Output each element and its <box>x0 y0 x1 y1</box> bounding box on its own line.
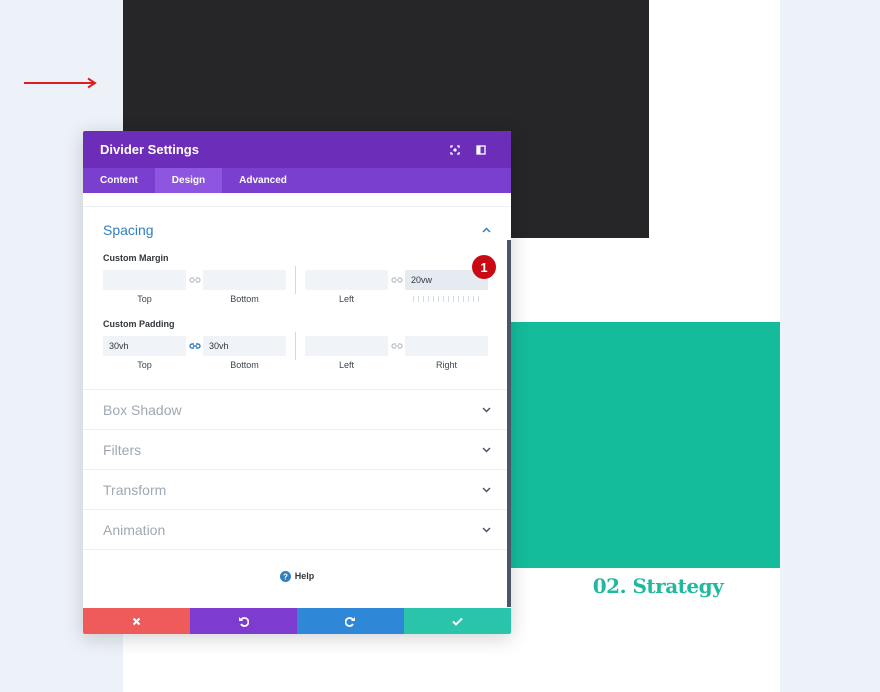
step-badge: 1 <box>472 255 496 279</box>
modal-header: Divider Settings <box>83 131 511 168</box>
redo-button[interactable] <box>297 608 404 634</box>
padding-left-input[interactable] <box>305 336 388 356</box>
chevron-up-icon <box>481 225 491 235</box>
svg-text:?: ? <box>283 572 288 581</box>
section-transform[interactable]: Transform <box>83 470 511 510</box>
redo-icon <box>345 616 355 627</box>
undo-icon <box>239 616 249 627</box>
modal-footer <box>83 608 511 634</box>
red-arrow-icon <box>24 77 97 89</box>
undo-button[interactable] <box>190 608 297 634</box>
box-shadow-title: Box Shadow <box>103 401 182 418</box>
spacing-section: Spacing Custom Margin 20vw Top Bottom Le… <box>83 207 511 390</box>
cancel-button[interactable] <box>83 608 190 634</box>
section-filters[interactable]: Filters <box>83 430 511 470</box>
tab-advanced[interactable]: Advanced <box>222 168 304 193</box>
chevron-down-icon <box>481 525 491 535</box>
transform-title: Transform <box>103 481 167 498</box>
tab-bar: Content Design Advanced <box>83 168 511 193</box>
unit-slider-track[interactable] <box>413 296 483 302</box>
chevron-down-icon <box>481 485 491 495</box>
margin-left-input[interactable] <box>305 270 388 290</box>
padding-left-caption: Left <box>338 360 354 370</box>
chevron-down-icon <box>481 405 491 415</box>
custom-margin-captions: Top Bottom Left <box>103 291 491 307</box>
padding-horizontal-link-icon[interactable] <box>388 336 405 356</box>
margin-horizontal-link-icon[interactable] <box>388 270 405 290</box>
chevron-down-icon <box>481 445 491 455</box>
section-box-shadow[interactable]: Box Shadow <box>83 390 511 430</box>
previous-section-edge <box>83 193 511 207</box>
check-icon <box>452 617 463 626</box>
fullscreen-icon[interactable] <box>442 140 468 160</box>
strategy-heading: 02. Strategy <box>592 574 724 598</box>
margin-left-caption: Left <box>338 294 354 304</box>
padding-bottom-caption: Bottom <box>230 360 259 370</box>
margin-bottom-caption: Bottom <box>230 294 259 304</box>
padding-right-caption: Right <box>435 360 457 370</box>
modal-body: Spacing Custom Margin 20vw Top Bottom Le… <box>83 193 511 607</box>
padding-bottom-input[interactable] <box>203 336 286 356</box>
padding-right-input[interactable] <box>405 336 488 356</box>
margin-top-input[interactable] <box>103 270 186 290</box>
padding-top-caption: Top <box>137 360 152 370</box>
custom-margin-row <box>103 266 491 294</box>
save-button[interactable] <box>404 608 511 634</box>
margin-bottom-input[interactable] <box>203 270 286 290</box>
filters-title: Filters <box>103 441 142 458</box>
modal-title: Divider Settings <box>100 142 199 157</box>
spacing-toggle[interactable]: Spacing <box>103 207 491 253</box>
padding-vertical-link-icon[interactable] <box>186 336 203 356</box>
tab-content[interactable]: Content <box>83 168 155 193</box>
tab-design[interactable]: Design <box>154 168 223 193</box>
margin-vertical-link-icon[interactable] <box>186 270 203 290</box>
animation-title: Animation <box>103 521 166 538</box>
custom-padding-captions: Top Bottom Left Right <box>103 357 491 373</box>
custom-padding-row <box>103 332 491 360</box>
teal-section <box>505 322 780 568</box>
help-link[interactable]: ? Help <box>83 550 511 602</box>
sidebar-toggle-icon[interactable] <box>468 140 494 160</box>
divider <box>295 332 296 360</box>
help-label: Help <box>294 571 315 581</box>
divider-settings-modal: Divider Settings Content Design Advanced… <box>83 131 511 634</box>
custom-margin-label: Custom Margin <box>103 253 169 263</box>
spacing-title: Spacing <box>103 222 154 238</box>
scrollbar[interactable] <box>507 240 511 607</box>
close-icon <box>132 617 141 625</box>
custom-padding-label: Custom Padding <box>103 319 175 329</box>
section-animation[interactable]: Animation <box>83 510 511 550</box>
margin-top-caption: Top <box>137 294 152 304</box>
divider <box>295 266 296 294</box>
padding-top-input[interactable] <box>103 336 186 356</box>
help-icon: ? <box>279 570 291 582</box>
